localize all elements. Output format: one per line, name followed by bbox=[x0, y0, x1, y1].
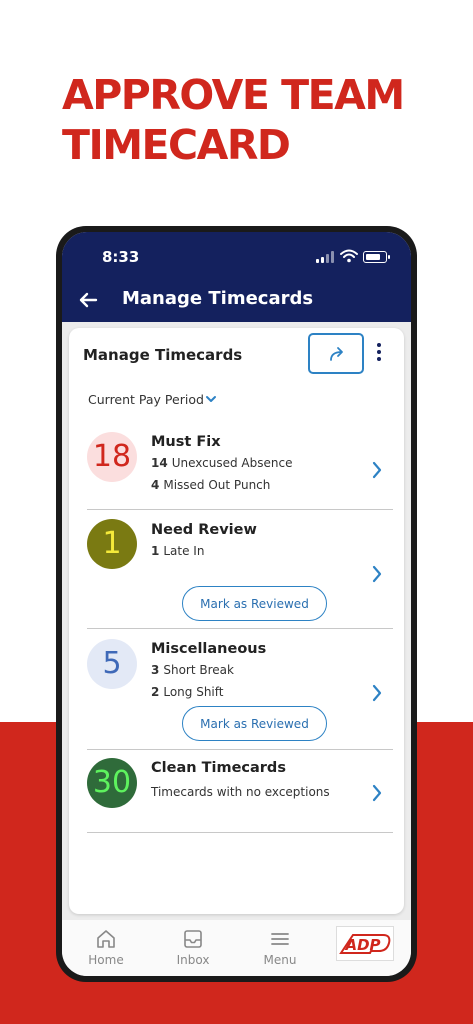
status-time: 8:33 bbox=[102, 248, 140, 266]
share-button[interactable] bbox=[308, 333, 364, 374]
promo-headline: APPROVE TEAM TIMECARD bbox=[62, 70, 462, 170]
section-need-review[interactable]: 1 Need Review 1 Late In Mark as Reviewed bbox=[87, 510, 393, 629]
mark-as-reviewed-button[interactable]: Mark as Reviewed bbox=[182, 586, 327, 621]
wifi-icon bbox=[340, 249, 358, 263]
menu-icon bbox=[271, 933, 289, 945]
count-badge: 5 bbox=[87, 639, 137, 689]
battery-icon bbox=[363, 251, 390, 263]
back-arrow-icon[interactable] bbox=[76, 288, 100, 312]
section-miscellaneous[interactable]: 5 Miscellaneous 3 Short Break 2 Long Shift… bbox=[87, 629, 393, 750]
exception-line: Timecards with no exceptions bbox=[151, 785, 330, 799]
timecards-card: Manage Timecards Current Pay Period 18 M… bbox=[69, 328, 404, 914]
chevron-right-icon[interactable] bbox=[371, 460, 383, 480]
chevron-right-icon[interactable] bbox=[371, 783, 383, 803]
count-badge: 30 bbox=[87, 758, 137, 808]
tab-label: Home bbox=[88, 953, 124, 967]
section-clean-timecards[interactable]: 30 Clean Timecards Timecards with no exc… bbox=[87, 750, 393, 833]
exception-line: 3 Short Break bbox=[151, 663, 234, 677]
headline-line-1: APPROVE TEAM bbox=[62, 71, 405, 119]
exception-line: 14 Unexcused Absence bbox=[151, 456, 293, 470]
exception-line: 4 Missed Out Punch bbox=[151, 478, 271, 492]
count-badge: 1 bbox=[87, 519, 137, 569]
tab-label: Inbox bbox=[176, 953, 210, 967]
section-title: Clean Timecards bbox=[151, 760, 286, 776]
chevron-right-icon[interactable] bbox=[371, 564, 383, 584]
cellular-signal-icon bbox=[316, 251, 334, 263]
section-must-fix[interactable]: 18 Must Fix 14 Unexcused Absence 4 Missed … bbox=[87, 428, 393, 510]
chevron-down-icon[interactable] bbox=[205, 395, 217, 403]
section-title: Must Fix bbox=[151, 434, 221, 450]
exception-line: 1 Late In bbox=[151, 544, 205, 558]
svg-text:ADP: ADP bbox=[344, 936, 380, 954]
home-icon bbox=[97, 930, 115, 948]
tab-inbox[interactable]: Inbox bbox=[153, 920, 233, 976]
headline-line-2: TIMECARD bbox=[62, 121, 291, 169]
exception-line: 2 Long Shift bbox=[151, 685, 224, 699]
section-title: Miscellaneous bbox=[151, 641, 267, 657]
tab-label: Menu bbox=[263, 953, 297, 967]
phone-frame: 8:33 Manage Timecards Manage Timecards C… bbox=[56, 226, 417, 982]
inbox-icon bbox=[184, 930, 202, 948]
chevron-right-icon[interactable] bbox=[371, 683, 383, 703]
bottom-tab-bar: Home Inbox Menu ADP bbox=[62, 920, 411, 976]
mark-as-reviewed-button[interactable]: Mark as Reviewed bbox=[182, 706, 327, 741]
app-bar-title: Manage Timecards bbox=[122, 288, 314, 309]
status-bar: 8:33 bbox=[62, 232, 411, 278]
count-badge: 18 bbox=[87, 432, 137, 482]
adp-logo[interactable]: ADP bbox=[336, 926, 394, 961]
tab-home[interactable]: Home bbox=[66, 920, 146, 976]
app-bar: Manage Timecards bbox=[62, 278, 411, 322]
phone-screen: 8:33 Manage Timecards Manage Timecards C… bbox=[62, 232, 411, 976]
tab-menu[interactable]: Menu bbox=[240, 920, 320, 976]
more-options-icon[interactable] bbox=[372, 343, 386, 365]
section-title: Need Review bbox=[151, 522, 257, 538]
card-title: Manage Timecards bbox=[83, 346, 243, 364]
adp-logo-icon: ADP bbox=[339, 934, 391, 954]
pay-period-selector[interactable]: Current Pay Period bbox=[88, 392, 204, 407]
share-arrow-icon bbox=[330, 347, 343, 361]
